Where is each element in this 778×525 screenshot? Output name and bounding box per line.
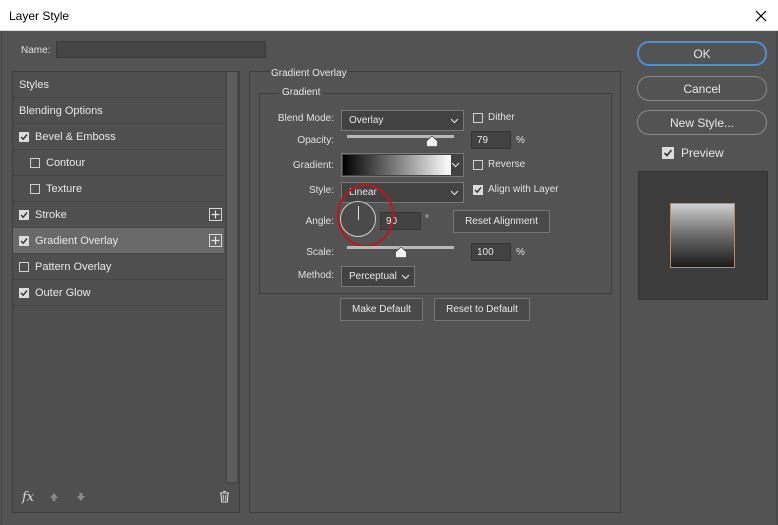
style-item-styles[interactable]: Styles: [13, 72, 224, 98]
dither-check[interactable]: [473, 112, 483, 123]
opacity-slider[interactable]: [347, 135, 454, 138]
scale-label: Scale:: [306, 247, 334, 258]
blend-mode-value: Overlay: [349, 115, 384, 126]
close-button[interactable]: [744, 0, 778, 31]
styles-list: Styles Blending Options Bevel & Emboss Cont…: [13, 72, 224, 306]
opacity-slider-thumb[interactable]: [425, 136, 438, 147]
chevron-down-icon: [401, 274, 410, 280]
preview-sample: [670, 203, 735, 268]
angle-unit: °: [425, 214, 429, 225]
method-select[interactable]: Perceptual: [341, 266, 415, 287]
styles-toolbar: fx: [13, 484, 239, 512]
section-title: Gradient Overlay: [271, 68, 347, 79]
scale-unit: %: [516, 247, 525, 258]
style-item-label: Contour: [46, 156, 86, 169]
checkmark-icon: [20, 289, 28, 296]
align-with-layer-check[interactable]: [473, 184, 483, 195]
checkmark-icon: [20, 133, 28, 140]
opacity-label: Opacity:: [297, 135, 334, 146]
name-label: Name:: [21, 45, 51, 56]
make-default-button[interactable]: Make Default: [340, 298, 423, 321]
style-item-checkbox[interactable]: [19, 209, 29, 220]
preview-thumbnail: [638, 171, 768, 300]
style-item-checkbox[interactable]: [30, 183, 40, 194]
style-item-label: Gradient Overlay: [35, 234, 119, 247]
style-item-checkbox[interactable]: [19, 287, 29, 298]
style-item-pattern-overlay[interactable]: Pattern Overlay: [13, 254, 224, 280]
reverse-checkbox[interactable]: Reverse: [473, 159, 525, 170]
group-title: Gradient: [279, 87, 324, 98]
title-bar: Layer Style: [0, 0, 778, 31]
style-item-outer-glow[interactable]: Outer Glow: [13, 280, 224, 306]
checkmark-icon: [663, 149, 673, 157]
style-item-stroke[interactable]: Stroke: [13, 202, 224, 228]
annotation-circle: [337, 184, 394, 247]
reverse-check[interactable]: [473, 159, 483, 170]
dither-checkbox[interactable]: Dither: [473, 112, 515, 123]
style-item-blending-options[interactable]: Blending Options: [13, 98, 224, 124]
checkmark-icon: [20, 211, 28, 218]
gradient-label: Gradient:: [292, 160, 334, 171]
preview-checkbox[interactable]: Preview: [662, 146, 724, 160]
move-up-icon[interactable]: [49, 492, 59, 505]
style-item-bevel-emboss[interactable]: Bevel & Emboss: [13, 124, 224, 150]
checkmark-icon: [20, 237, 28, 244]
reverse-label: Reverse: [488, 159, 526, 170]
style-label: Style:: [308, 185, 334, 196]
dither-label: Dither: [488, 112, 515, 123]
style-item-label: Blending Options: [19, 104, 103, 117]
add-effect-icon[interactable]: [209, 208, 222, 221]
chevron-down-icon: [450, 118, 459, 124]
styles-panel: Styles Blending Options Bevel & Emboss Cont…: [12, 71, 240, 513]
align-with-layer-checkbox[interactable]: Align with Layer: [473, 184, 559, 195]
chevron-down-icon: [451, 162, 460, 168]
ok-button[interactable]: OK: [637, 41, 767, 66]
window-title: Layer Style: [9, 9, 70, 23]
style-item-gradient-overlay[interactable]: Gradient Overlay: [13, 228, 224, 254]
new-style-button[interactable]: New Style...: [637, 110, 767, 135]
scale-slider-thumb[interactable]: [394, 247, 407, 258]
reset-to-default-button[interactable]: Reset to Default: [434, 298, 530, 321]
style-item-label: Outer Glow: [35, 286, 91, 299]
opacity-unit: %: [516, 135, 525, 146]
styles-scrollbar[interactable]: [225, 72, 239, 484]
method-value: Perceptual: [349, 271, 397, 282]
fx-icon[interactable]: fx: [22, 490, 34, 505]
preview-label: Preview: [681, 146, 724, 160]
style-item-label: Pattern Overlay: [35, 260, 112, 273]
gradient-picker[interactable]: [341, 153, 464, 177]
close-icon: [755, 10, 767, 21]
name-input[interactable]: [56, 41, 266, 58]
trash-icon[interactable]: [219, 490, 230, 506]
blend-mode-label: Blend Mode:: [277, 113, 334, 124]
gradient-preview[interactable]: [343, 155, 451, 175]
style-item-checkbox[interactable]: [19, 235, 29, 246]
style-item-contour[interactable]: Contour: [13, 150, 224, 176]
preview-check[interactable]: [662, 147, 674, 159]
scrollbar-thumb[interactable]: [227, 72, 237, 482]
style-item-texture[interactable]: Texture: [13, 176, 224, 202]
style-item-checkbox[interactable]: [30, 157, 40, 168]
angle-label: Angle:: [305, 216, 334, 227]
style-item-label: Stroke: [35, 208, 67, 221]
opacity-input[interactable]: 79: [471, 131, 511, 149]
style-item-checkbox[interactable]: [19, 131, 29, 142]
reset-alignment-button[interactable]: Reset Alignment: [453, 210, 550, 233]
scale-input[interactable]: 100: [471, 243, 511, 261]
cancel-button[interactable]: Cancel: [637, 76, 767, 101]
checkmark-icon: [474, 186, 482, 193]
align-with-layer-label: Align with Layer: [488, 184, 559, 195]
style-item-checkbox[interactable]: [19, 261, 29, 272]
move-down-icon[interactable]: [76, 492, 86, 505]
add-effect-icon[interactable]: [209, 234, 222, 247]
blend-mode-select[interactable]: Overlay: [341, 110, 464, 131]
style-item-label: Texture: [46, 182, 83, 195]
method-label: Method:: [297, 270, 334, 281]
style-item-label: Bevel & Emboss: [35, 130, 116, 143]
style-item-label: Styles: [19, 78, 49, 91]
chevron-down-icon: [450, 190, 459, 196]
